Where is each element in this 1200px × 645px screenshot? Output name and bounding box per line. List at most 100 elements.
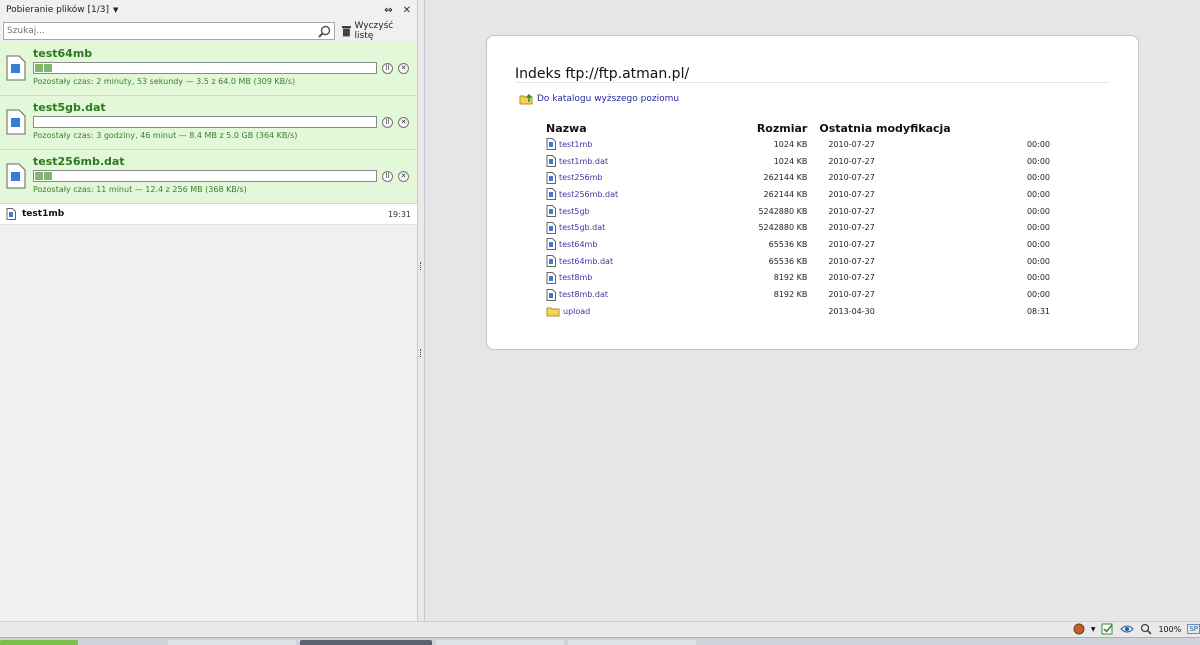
file-icon	[6, 163, 26, 189]
language-badge[interactable]: SP	[1187, 624, 1200, 634]
column-name[interactable]: Nazwa	[546, 120, 692, 136]
file-time: 00:00	[1026, 256, 1050, 266]
sidebar-title-dropdown[interactable]: Pobieranie plików [1/3] ▼	[6, 5, 384, 15]
downloads-sidebar: Pobieranie plików [1/3] ▼ ⇔ ✕ Wyczyść li…	[0, 0, 418, 621]
file-link[interactable]: test64mb	[559, 240, 597, 249]
file-name-cell: test8mb.dat	[546, 286, 692, 303]
file-date: 2010-07-27	[828, 139, 875, 149]
zoom-icon[interactable]	[1140, 623, 1153, 635]
file-name-cell: test64mb.dat	[546, 253, 692, 270]
completed-name: test1mb	[22, 209, 65, 219]
resize-arrows-icon[interactable]: ⇔	[384, 5, 392, 16]
file-icon	[6, 208, 16, 220]
download-item[interactable]: test256mb.dat ll ✕ Pozostały czas: 11 mi…	[0, 150, 417, 204]
download-status: Pozostały czas: 11 minut — 12.4 z 256 MB…	[33, 185, 247, 194]
file-link[interactable]: test1mb.dat	[559, 157, 608, 166]
download-name: test5gb.dat	[33, 101, 106, 114]
file-link[interactable]: test8mb.dat	[559, 290, 608, 299]
file-icon	[546, 221, 556, 234]
file-size: 8192 KB	[773, 290, 808, 300]
parent-directory-label: Do katalogu wyższego poziomu	[537, 94, 680, 104]
file-icon	[546, 255, 556, 268]
page-content: Indeks ftp://ftp.atman.pl/ Do katalogu w…	[426, 0, 1200, 621]
search-input[interactable]	[7, 26, 318, 36]
file-row: test256mb.dat 262144 KB 2010-07-27 00:00	[546, 186, 1086, 203]
cancel-button[interactable]: ✕	[398, 170, 409, 182]
file-size: 5242880 KB	[758, 206, 808, 216]
folder-up-icon	[519, 93, 533, 105]
file-icon	[6, 55, 26, 81]
file-size	[692, 303, 819, 320]
taskbar-item[interactable]	[168, 640, 296, 645]
close-icon[interactable]: ✕	[403, 5, 411, 16]
file-icon	[546, 271, 556, 284]
file-size: 1024 KB	[773, 156, 808, 166]
file-time: 00:00	[1026, 206, 1050, 216]
file-time: 00:00	[1026, 156, 1050, 166]
file-time: 00:00	[1026, 139, 1050, 149]
file-name-cell: test8mb	[546, 270, 692, 287]
file-date: 2010-07-27	[828, 206, 875, 216]
completed-time: 19:31	[387, 209, 411, 219]
taskbar-item[interactable]	[436, 640, 564, 645]
progress-bar	[33, 62, 377, 74]
eye-icon[interactable]	[1120, 624, 1135, 634]
file-link[interactable]: upload	[563, 307, 590, 316]
pause-button[interactable]: ll	[382, 170, 393, 182]
file-icon	[546, 138, 556, 151]
file-link[interactable]: test256mb	[559, 173, 603, 182]
start-button[interactable]	[0, 640, 78, 645]
file-time: 00:00	[1026, 239, 1050, 249]
file-time: 08:31	[1026, 306, 1050, 316]
search-icon[interactable]	[317, 25, 331, 38]
zoom-level[interactable]: 100%	[1158, 625, 1181, 634]
clear-list-button[interactable]: Wyczyść listę	[341, 21, 414, 41]
file-name-cell: test5gb	[546, 203, 692, 220]
chevron-down-icon[interactable]: ▼	[1091, 626, 1096, 633]
file-row: test64mb 65536 KB 2010-07-27 00:00	[546, 236, 1086, 253]
sidebar-splitter[interactable]	[418, 0, 425, 621]
trash-icon	[341, 26, 351, 37]
cancel-button[interactable]: ✕	[398, 62, 409, 74]
file-name-cell: test256mb	[546, 169, 692, 186]
file-name-cell: test1mb	[546, 136, 692, 153]
download-item[interactable]: test5gb.dat ll ✕ Pozostały czas: 3 godzi…	[0, 96, 417, 150]
download-item[interactable]: test64mb ll ✕ Pozostały czas: 2 minuty, …	[0, 42, 417, 96]
column-size[interactable]: Rozmiar	[692, 120, 819, 136]
cancel-button[interactable]: ✕	[398, 116, 409, 128]
file-date: 2013-04-30	[828, 306, 875, 316]
sidebar-title: Pobieranie plików [1/3]	[6, 5, 110, 15]
file-icon	[546, 238, 556, 251]
file-row: upload 2013-04-30 08:31	[546, 303, 1086, 320]
file-link[interactable]: test256mb.dat	[559, 190, 618, 199]
file-size: 8192 KB	[773, 273, 808, 283]
addon-icon[interactable]	[1073, 623, 1085, 635]
search-box	[3, 22, 335, 40]
file-name-cell: test5gb.dat	[546, 219, 692, 236]
checklist-icon[interactable]	[1101, 623, 1114, 635]
taskbar-item[interactable]	[568, 640, 696, 645]
os-taskbar	[0, 637, 1200, 645]
file-date: 2010-07-27	[828, 189, 875, 199]
pause-button[interactable]: ll	[382, 62, 393, 74]
file-link[interactable]: test1mb	[559, 140, 592, 149]
clear-list-label: Wyczyść listę	[354, 21, 394, 41]
file-size: 1024 KB	[773, 139, 808, 149]
ftp-index-card: Indeks ftp://ftp.atman.pl/ Do katalogu w…	[486, 35, 1139, 350]
file-link[interactable]: test5gb	[559, 207, 590, 216]
download-list: test64mb ll ✕ Pozostały czas: 2 minuty, …	[0, 42, 417, 225]
status-bar: ▼ 100% SP	[0, 621, 1200, 637]
file-time: 00:00	[1026, 189, 1050, 199]
file-link[interactable]: test5gb.dat	[559, 223, 605, 232]
file-row: test1mb.dat 1024 KB 2010-07-27 00:00	[546, 153, 1086, 170]
file-size: 65536 KB	[768, 256, 808, 266]
file-link[interactable]: test64mb.dat	[559, 257, 613, 266]
column-modified[interactable]: Ostatnia modyfikacja	[819, 120, 1086, 136]
file-name-cell: test64mb	[546, 236, 692, 253]
pause-button[interactable]: ll	[382, 116, 393, 128]
parent-directory-link[interactable]: Do katalogu wyższego poziomu	[519, 93, 679, 105]
taskbar-item[interactable]	[300, 640, 432, 645]
file-link[interactable]: test8mb	[559, 273, 592, 282]
completed-item[interactable]: test1mb 19:31	[0, 204, 417, 225]
file-table: Nazwa Rozmiar Ostatnia modyfikacja test1…	[546, 120, 1086, 320]
